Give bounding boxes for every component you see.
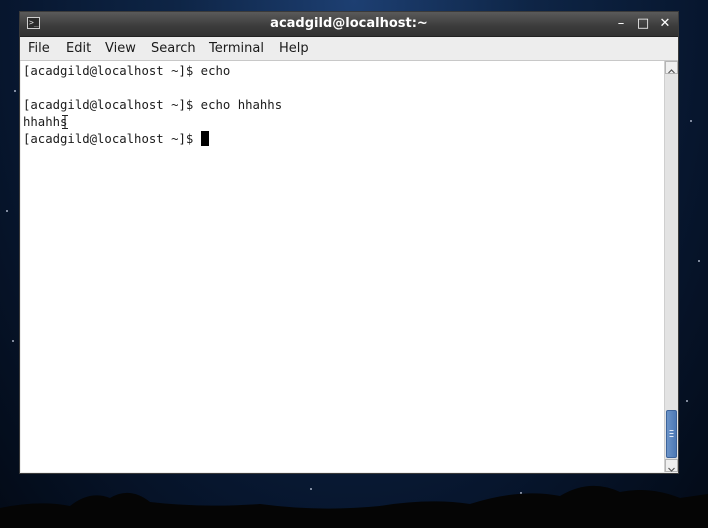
vertical-scrollbar[interactable]: [664, 61, 678, 472]
grip-icon: [669, 430, 674, 437]
menu-edit[interactable]: Edit: [66, 37, 91, 60]
title-bar[interactable]: >_ acadgild@localhost:~ – □ ✕: [20, 12, 678, 37]
landscape-silhouette: [0, 485, 708, 528]
menu-bar: File Edit View Search Terminal Help: [20, 37, 678, 61]
terminal-line: [acadgild@localhost ~]$ echo: [23, 64, 231, 78]
menu-help[interactable]: Help: [279, 37, 309, 60]
close-button[interactable]: ✕: [656, 15, 674, 33]
menu-search[interactable]: Search: [151, 37, 196, 60]
menu-file[interactable]: File: [28, 37, 50, 60]
menu-view[interactable]: View: [105, 37, 136, 60]
window-title: acadgild@localhost:~: [270, 16, 428, 31]
maximize-button[interactable]: □: [634, 15, 652, 33]
terminal-line: [acadgild@localhost ~]$ echo hhahhs: [23, 98, 283, 112]
menu-terminal[interactable]: Terminal: [209, 37, 264, 60]
scroll-up-arrow-icon: [668, 69, 675, 74]
minimize-button[interactable]: –: [612, 15, 630, 33]
terminal-window: >_ acadgild@localhost:~ – □ ✕ File Edit …: [19, 11, 679, 474]
terminal-prompt-line[interactable]: [acadgild@localhost ~]$: [23, 131, 209, 148]
scroll-up-button[interactable]: [665, 61, 678, 74]
terminal-prompt: [acadgild@localhost ~]$: [23, 132, 201, 146]
scrollbar-thumb[interactable]: [666, 410, 677, 458]
scroll-down-button[interactable]: [665, 459, 678, 472]
scroll-down-arrow-icon: [668, 467, 675, 472]
ibeam-cursor-icon: [62, 115, 68, 129]
terminal-output[interactable]: [acadgild@localhost ~]$ echo [acadgild@l…: [21, 61, 664, 472]
terminal-line: hhahhs: [23, 115, 68, 129]
text-cursor: [200, 131, 209, 146]
